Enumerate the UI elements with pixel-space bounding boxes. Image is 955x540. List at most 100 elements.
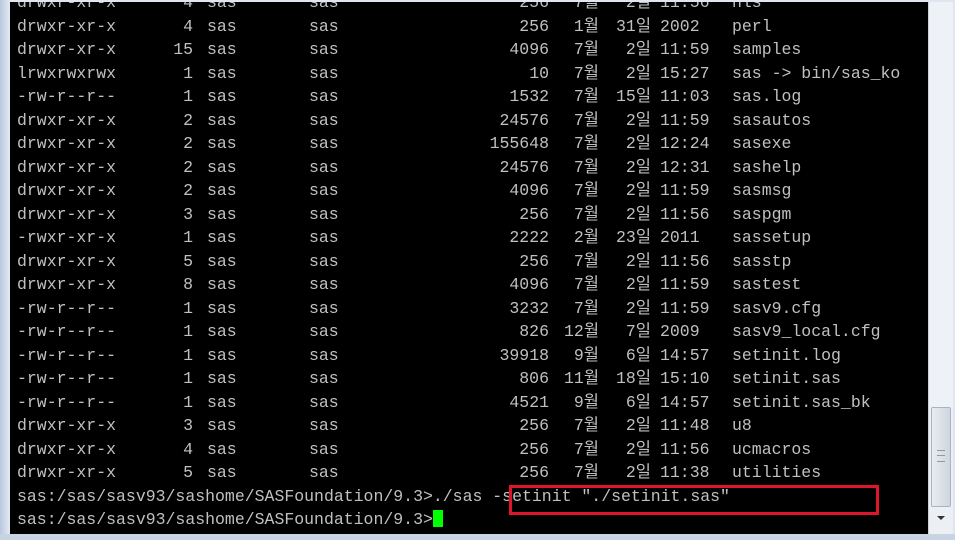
listing-month: 9월 xyxy=(573,345,599,365)
listing-perm: -rw-r--r-- xyxy=(17,87,117,106)
listing-owner: sas xyxy=(207,157,237,177)
listing-name: perl xyxy=(732,16,772,36)
listing-time: 11:48 xyxy=(660,416,710,435)
listing-time: 14:57 xyxy=(660,392,710,412)
listing-day: 23일 xyxy=(616,228,651,247)
shell-prompt: sas:/sas/sasv93/sashome/SASFoundation/9.… xyxy=(17,486,433,506)
listing-size: 256 xyxy=(519,439,549,459)
listing-group: sas xyxy=(309,439,339,459)
chevron-down-icon xyxy=(937,516,945,520)
listing-time: 15:27 xyxy=(660,63,710,83)
listing-owner: sas xyxy=(207,2,237,12)
listing-owner: sas xyxy=(207,275,237,294)
listing-perm: -rw-r--r-- xyxy=(17,392,117,412)
listing-perm: drwxr-xr-x xyxy=(17,2,117,12)
listing-size: 39918 xyxy=(499,345,549,365)
listing-day: 18일 xyxy=(616,369,651,388)
listing-links: 8 xyxy=(183,275,193,294)
listing-time: 11:56 xyxy=(660,204,710,224)
listing-size: 826 xyxy=(519,322,549,341)
listing-day: 6일 xyxy=(625,345,651,365)
listing-size: 10 xyxy=(529,63,549,83)
listing-month: 7월 xyxy=(573,40,599,59)
command-highlight-box xyxy=(509,485,879,515)
listing-month: 7월 xyxy=(573,181,599,200)
listing-owner: sas xyxy=(207,204,237,224)
window-frame-bottom xyxy=(0,534,955,540)
listing-time: 11:56 xyxy=(660,439,710,459)
listing-month: 12월 xyxy=(564,322,599,341)
listing-links: 5 xyxy=(183,251,193,271)
listing-links: 5 xyxy=(183,463,193,482)
listing-owner: sas xyxy=(207,416,237,435)
listing-time: 12:24 xyxy=(660,134,710,153)
listing-perm: drwxr-xr-x xyxy=(17,134,117,153)
listing-perm: drwxr-xr-x xyxy=(17,439,117,459)
listing-name: sasmsg xyxy=(732,181,792,200)
listing-time: 12:31 xyxy=(660,157,710,177)
listing-owner: sas xyxy=(207,134,237,153)
listing-owner: sas xyxy=(207,251,237,271)
listing-time: 14:57 xyxy=(660,345,710,365)
listing-name: sasv9.cfg xyxy=(732,298,822,318)
listing-size: 24576 xyxy=(499,110,549,130)
listing-name: sas.log xyxy=(732,87,802,106)
listing-month: 7월 xyxy=(573,134,599,153)
listing-day: 2일 xyxy=(625,251,651,271)
listing-group: sas xyxy=(309,345,339,365)
listing-owner: sas xyxy=(207,298,237,318)
listing-day: 2일 xyxy=(625,463,651,482)
scroll-down-button[interactable] xyxy=(931,508,951,530)
listing-time: 2011 xyxy=(660,228,700,247)
listing-owner: sas xyxy=(207,345,237,365)
scrollbar-track[interactable] xyxy=(929,2,953,407)
listing-group: sas xyxy=(309,134,339,153)
listing-group: sas xyxy=(309,463,339,482)
listing-size: 806 xyxy=(519,369,549,388)
listing-group: sas xyxy=(309,392,339,412)
terminal-output[interactable]: drwxr-xr-x 4 sas sas 256 7월 2일 11:56 nls drwxr-xr… xyxy=(10,2,928,534)
listing-name: sasexe xyxy=(732,134,792,153)
listing-owner: sas xyxy=(207,181,237,200)
scrollbar-thumb[interactable] xyxy=(931,407,951,507)
listing-owner: sas xyxy=(207,392,237,412)
vertical-scrollbar[interactable] xyxy=(928,2,953,534)
listing-month: 7월 xyxy=(573,251,599,271)
listing-group: sas xyxy=(309,369,339,388)
listing-perm: -rw-r--r-- xyxy=(17,369,117,388)
listing-group: sas xyxy=(309,181,339,200)
listing-day: 2일 xyxy=(625,40,651,59)
listing-links: 4 xyxy=(183,439,193,459)
listing-perm: drwxr-xr-x xyxy=(17,40,117,59)
listing-name: sasautos xyxy=(732,110,812,130)
listing-size: 4096 xyxy=(509,181,549,200)
listing-month: 7월 xyxy=(573,157,599,177)
listing-owner: sas xyxy=(207,110,237,130)
listing-time: 2002 xyxy=(660,16,700,36)
listing-owner: sas xyxy=(207,322,237,341)
listing-size: 2222 xyxy=(509,228,549,247)
listing-name: sastest xyxy=(732,275,802,294)
listing-links: 2 xyxy=(183,110,193,130)
listing-owner: sas xyxy=(207,228,237,247)
listing-month: 2월 xyxy=(573,228,599,247)
listing-month: 7월 xyxy=(573,463,599,482)
listing-name: sashelp xyxy=(732,157,802,177)
listing-month: 7월 xyxy=(573,87,599,106)
listing-month: 7월 xyxy=(573,275,599,294)
listing-time: 11:59 xyxy=(660,298,710,318)
listing-time: 2009 xyxy=(660,322,700,341)
listing-month: 7월 xyxy=(573,63,599,83)
text-cursor xyxy=(432,510,443,527)
listing-day: 2일 xyxy=(625,2,651,12)
listing-name: sassetup xyxy=(732,228,812,247)
listing-links: 1 xyxy=(183,345,193,365)
listing-time: 11:59 xyxy=(660,110,710,130)
listing-perm: drwxr-xr-x xyxy=(17,204,117,224)
listing-time: 11:59 xyxy=(660,275,710,294)
listing-links: 1 xyxy=(183,87,193,106)
window-frame-left xyxy=(0,0,10,540)
listing-group: sas xyxy=(309,2,339,12)
listing-name: nls xyxy=(732,2,762,12)
listing-links: 15 xyxy=(173,40,193,59)
